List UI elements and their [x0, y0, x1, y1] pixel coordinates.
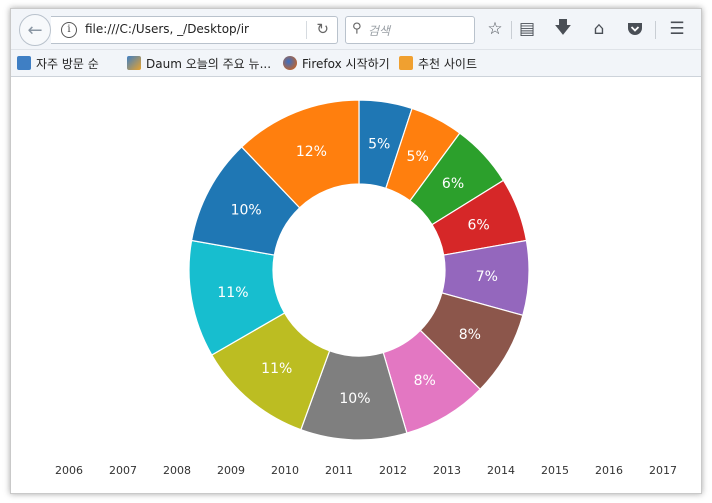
slice-label-2017: 12% — [296, 144, 327, 160]
browser-window: ← i file:///C:/Users, _/Desktop/ir ↻ ⚲ 검… — [10, 8, 702, 494]
slice-label-2010: 7% — [476, 269, 498, 285]
pocket-icon[interactable] — [623, 17, 647, 41]
slice-label-2008: 6% — [442, 176, 464, 192]
slice-label-2013: 10% — [339, 391, 370, 407]
toolbar-separator — [511, 21, 512, 39]
reload-icon[interactable]: ↻ — [316, 20, 329, 38]
legend-item-2017: 2017 — [649, 464, 677, 477]
lightbulb-icon — [399, 56, 413, 70]
info-icon[interactable]: i — [61, 22, 77, 38]
legend-item-2011: 2011 — [325, 464, 353, 477]
bookmark-label: Daum 오늘의 주요 뉴... — [146, 56, 272, 71]
legend-item-2007: 2007 — [109, 464, 137, 477]
bookmark-daum[interactable]: Daum 오늘의 주요 뉴... — [127, 54, 271, 72]
legend-item-2010: 2010 — [271, 464, 299, 477]
address-bar[interactable]: i file:///C:/Users, _/Desktop/ir ↻ — [51, 16, 338, 44]
legend-item-2013: 2013 — [433, 464, 461, 477]
legend-item-2014: 2014 — [487, 464, 515, 477]
firefox-icon — [283, 56, 297, 70]
bookmark-label: 추천 사이트 — [418, 56, 478, 71]
star-icon[interactable]: ☆ — [483, 17, 507, 41]
donut-chart: 5%5%6%6%7%8%8%10%11%11%10%12% 2006 2007 20… — [55, 99, 677, 477]
reading-list-icon[interactable]: ▤ — [515, 17, 539, 41]
bookmark-firefox[interactable]: Firefox 시작하기 — [283, 54, 390, 72]
bookmark-most-visited[interactable]: 자주 방문 순 — [17, 54, 99, 72]
legend-item-2008: 2008 — [163, 464, 191, 477]
navigation-toolbar: ← i file:///C:/Users, _/Desktop/ir ↻ ⚲ 검… — [11, 9, 701, 50]
bookmark-folder-icon — [17, 56, 31, 70]
search-bar[interactable]: ⚲ 검색 — [345, 16, 475, 44]
slice-label-2015: 11% — [217, 285, 248, 301]
legend-group: 2006 2007 2008 2009 2010 2011 2012 2013 2014 2015… — [55, 464, 677, 477]
bookmarks-bar: 자주 방문 순 Daum 오늘의 주요 뉴... Firefox 시작하기 추천… — [11, 50, 701, 77]
menu-icon[interactable]: ☰ — [665, 17, 689, 41]
home-icon[interactable]: ⌂ — [587, 17, 611, 41]
slice-label-2014: 11% — [261, 361, 292, 377]
slice-label-2009: 6% — [467, 217, 489, 233]
legend-item-2015: 2015 — [541, 464, 569, 477]
bookmark-label: 자주 방문 순 — [36, 56, 99, 71]
slice-label-2016: 10% — [231, 203, 262, 219]
slices-group: 5% 5% 6% 6% 7% 8% 8% 10% 11% 11% 10% 12% — [188, 99, 530, 441]
download-icon[interactable]: 🡇 — [551, 17, 575, 41]
toolbar-separator — [655, 21, 656, 39]
slice-label-2007: 5% — [407, 149, 429, 165]
back-arrow-icon[interactable]: ← — [19, 14, 51, 46]
pocket-glyph — [628, 23, 642, 35]
slice-label-2012: 8% — [414, 373, 436, 389]
search-icon: ⚲ — [352, 21, 362, 36]
legend-item-2016: 2016 — [595, 464, 623, 477]
legend-item-2009: 2009 — [217, 464, 245, 477]
slice-label-2006: 5% — [368, 137, 390, 153]
bookmark-recommended[interactable]: 추천 사이트 — [399, 54, 477, 72]
url-separator — [306, 21, 307, 39]
legend-item-2006: 2006 — [55, 464, 83, 477]
page-content: 5% 5% 6% 6% 7% 8% 8% 10% 11% 11% 10% 12% 2006 2007 20… — [11, 77, 701, 493]
search-input[interactable]: 검색 — [368, 22, 464, 39]
daum-icon — [127, 56, 141, 70]
slice-label-2011: 8% — [459, 327, 481, 343]
bookmark-label: Firefox 시작하기 — [302, 56, 390, 71]
legend-item-2012: 2012 — [379, 464, 407, 477]
url-text[interactable]: file:///C:/Users, _/Desktop/ir — [85, 22, 313, 36]
